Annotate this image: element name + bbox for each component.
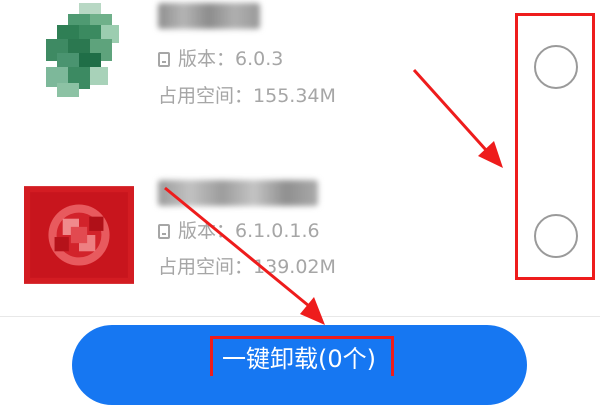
annotation-arrows [164,68,503,325]
annotation-arrow-to-radios [412,68,503,168]
annotation-arrow-to-button [164,186,325,325]
